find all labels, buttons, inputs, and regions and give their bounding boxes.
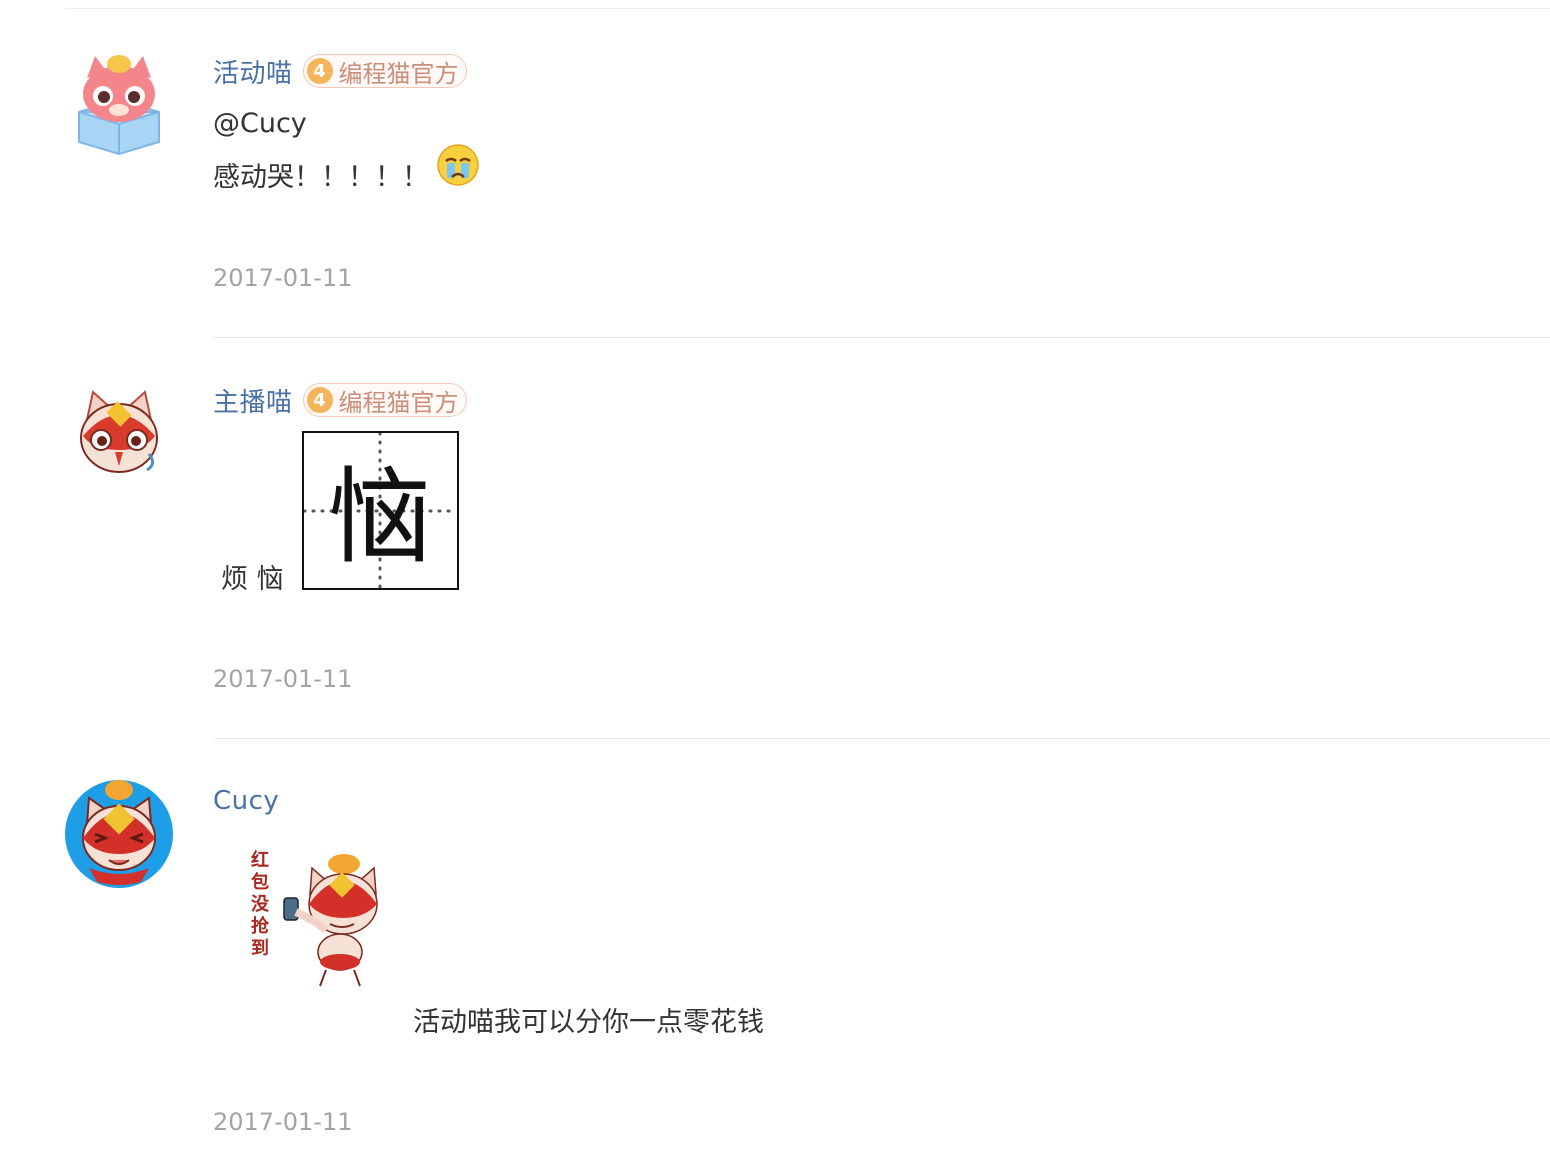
avatar[interactable] (65, 780, 173, 888)
official-badge: 4 编程猫官方 (302, 54, 467, 88)
username-link[interactable]: 活动喵 (213, 53, 293, 90)
svg-text:到: 到 (251, 938, 269, 959)
red-envelope-sticker: 红 包 没 抢 到 (251, 849, 378, 987)
comment-date: 2017-01-11 (213, 264, 353, 292)
grid-character-icon: 恼 (302, 431, 459, 590)
comment-date: 2017-01-11 (213, 1108, 353, 1136)
cat-mascot-avatar-icon (78, 55, 160, 156)
badge-label: 编程猫官方 (338, 388, 459, 417)
svg-text:红: 红 (251, 849, 269, 871)
comment-text: 活动喵我可以分你一点零花钱 (413, 1007, 764, 1038)
comment-divider (213, 738, 1550, 739)
comment-divider (213, 337, 1550, 338)
cucy-cat-avatar-icon (65, 780, 173, 888)
svg-text:包: 包 (251, 871, 269, 893)
svg-text:抢: 抢 (251, 915, 270, 937)
username-link[interactable]: 主播喵 (213, 382, 293, 419)
level-badge-icon: 4 (306, 387, 333, 413)
host-cat-avatar-icon (80, 390, 158, 473)
mention-text: @Cucy (213, 108, 307, 139)
official-badge: 4 编程猫官方 (302, 383, 467, 417)
top-divider (65, 8, 1550, 9)
comment-date: 2017-01-11 (213, 665, 353, 693)
level-badge-icon: 4 (306, 58, 333, 84)
username-link[interactable]: Cucy (213, 786, 279, 816)
comment-text: 感动哭！！！！！ (213, 162, 429, 193)
character-glyph: 恼 (328, 456, 432, 578)
comment-text: 烦 恼 (221, 564, 284, 595)
badge-label: 编程猫官方 (338, 59, 459, 88)
crying-face-emoji-icon (437, 144, 479, 186)
avatar[interactable] (65, 50, 173, 158)
svg-text:没: 没 (251, 894, 270, 915)
character-image: 恼 (302, 431, 459, 590)
avatar[interactable] (65, 380, 173, 488)
